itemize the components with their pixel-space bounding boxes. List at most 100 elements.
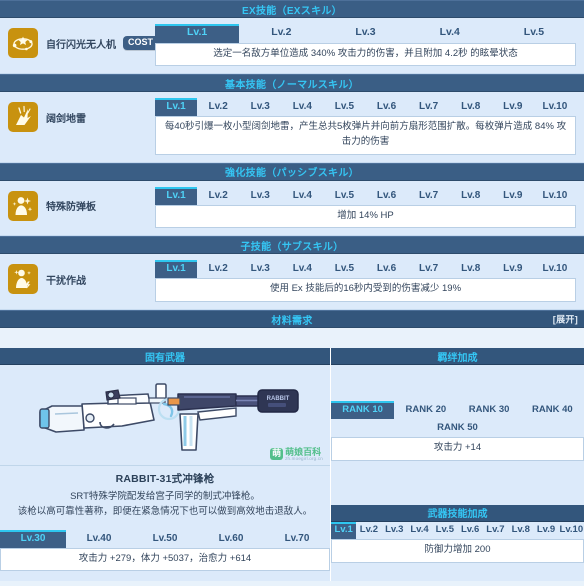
disrupt-icon — [8, 264, 38, 295]
skill-row-sub: 干扰作战 Lv.1 Lv.2 Lv.3 Lv.4 Lv.5 Lv.6 Lv.7 … — [0, 254, 584, 311]
section-header-ex: EX技能（EXスキル） — [0, 0, 584, 18]
weapon-skill-tab-2[interactable]: Lv.2 — [356, 522, 381, 539]
bond-panel: 羁绊加成 RANK 10 RANK 20 RANK 30 RANK 40 RAN… — [331, 348, 584, 582]
level-tab-ex-2[interactable]: Lv.2 — [239, 24, 323, 43]
section-header-normal: 基本技能（ノーマルスキル） — [0, 74, 584, 93]
weapon-name: RABBIT-31式冲锋枪 — [115, 473, 215, 486]
section-header-sub: 子技能（サブスキル） — [0, 236, 584, 255]
level-tab-passive-7[interactable]: Lv.7 — [408, 187, 450, 205]
section-title-material: 材料需求 — [271, 315, 313, 327]
skill-detail-sub: Lv.1 Lv.2 Lv.3 Lv.4 Lv.5 Lv.6 Lv.7 Lv.8 … — [155, 260, 576, 303]
level-tab-normal-10[interactable]: Lv.10 — [534, 98, 576, 116]
level-tab-passive-9[interactable]: Lv.9 — [492, 187, 534, 205]
level-tab-sub-4[interactable]: Lv.4 — [281, 260, 323, 278]
section-title-normal: 基本技能（ノーマルスキル） — [225, 79, 359, 91]
level-tab-sub-3[interactable]: Lv.3 — [239, 260, 281, 278]
level-tab-sub-8[interactable]: Lv.8 — [450, 260, 492, 278]
level-tab-sub-10[interactable]: Lv.10 — [534, 260, 576, 278]
weapon-skill-tab-7[interactable]: Lv.7 — [483, 522, 508, 539]
weapon-level-tab-50[interactable]: Lv.50 — [132, 530, 198, 548]
skill-detail-normal: Lv.1 Lv.2 Lv.3 Lv.4 Lv.5 Lv.6 Lv.7 Lv.8 … — [155, 98, 576, 155]
level-tab-ex-4[interactable]: Lv.4 — [408, 24, 492, 43]
material-expand-link[interactable]: [展开] — [553, 313, 578, 326]
skill-name-normal: 阔剑地雷 — [46, 113, 86, 125]
level-tab-passive-10[interactable]: Lv.10 — [534, 187, 576, 205]
skill-name-sub: 干扰作战 — [46, 275, 86, 287]
level-tab-sub-5[interactable]: Lv.5 — [323, 260, 365, 278]
weapon-skill-tab-4[interactable]: Lv.4 — [407, 522, 432, 539]
weapon-skill-tab-10[interactable]: Lv.10 — [559, 522, 584, 539]
weapon-skill-tab-5[interactable]: Lv.5 — [432, 522, 457, 539]
bond-rank-tab-10[interactable]: RANK 10 — [331, 401, 395, 420]
weapon-description-line2: 该枪以高可靠性著称，即便在紧急情况下也可以做到高效地击退敌人。 — [17, 506, 313, 518]
level-tab-normal-6[interactable]: Lv.6 — [365, 98, 407, 116]
weapon-panel-body: RABBIT 萌 萌娘百科 zh.moegirl.org.cn RABBIT-3… — [0, 365, 330, 582]
bond-panel-header: 羁绊加成 — [331, 348, 584, 366]
level-tabs-ex: Lv.1 Lv.2 Lv.3 Lv.4 Lv.5 — [155, 24, 576, 43]
bond-header-title: 羁绊加成 — [437, 352, 478, 364]
section-header-passive: 強化技能（パッシブスキル） — [0, 162, 584, 181]
bond-rank-tab-40[interactable]: RANK 40 — [521, 401, 584, 419]
level-tab-passive-6[interactable]: Lv.6 — [365, 187, 407, 205]
weapon-skill-tab-6[interactable]: Lv.6 — [457, 522, 482, 539]
skill-detail-passive: Lv.1 Lv.2 Lv.3 Lv.4 Lv.5 Lv.6 Lv.7 Lv.8 … — [155, 186, 576, 229]
weapon-level-tab-40[interactable]: Lv.40 — [66, 530, 132, 548]
skill-description-sub: 使用 Ex 技能后的16秒内受到的伤害减少 19% — [155, 278, 576, 303]
level-tab-normal-9[interactable]: Lv.9 — [492, 98, 534, 116]
weapon-level-tabs-wrap: Lv.30 Lv.40 Lv.50 Lv.60 Lv.70 攻击力 +279，体… — [0, 529, 330, 572]
weapon-level-tab-60[interactable]: Lv.60 — [198, 530, 264, 548]
level-tab-normal-3[interactable]: Lv.3 — [239, 98, 281, 116]
level-tab-ex-3[interactable]: Lv.3 — [323, 24, 407, 43]
weapon-skill-level-tabs: Lv.1 Lv.2 Lv.3 Lv.4 Lv.5 Lv.6 Lv.7 Lv.8 … — [331, 521, 584, 540]
weapon-level-tab-30[interactable]: Lv.30 — [0, 529, 66, 548]
weapon-skill-effect: 防御力增加 200 — [331, 539, 584, 564]
bond-gap — [331, 461, 584, 505]
level-tabs-passive: Lv.1 Lv.2 Lv.3 Lv.4 Lv.5 Lv.6 Lv.7 Lv.8 … — [155, 186, 576, 205]
armor-plate-icon — [8, 190, 38, 221]
drone-orbit-icon — [8, 28, 38, 58]
bond-spacer — [331, 365, 584, 401]
svg-text:RABBIT: RABBIT — [267, 396, 290, 402]
weapon-level-tab-70[interactable]: Lv.70 — [264, 530, 330, 548]
level-tab-normal-1[interactable]: Lv.1 — [155, 98, 198, 117]
bond-rank-tab-20[interactable]: RANK 20 — [394, 401, 457, 419]
level-tab-ex-1[interactable]: Lv.1 — [155, 24, 240, 43]
level-tab-sub-1[interactable]: Lv.1 — [155, 260, 198, 279]
weapon-skill-tab-3[interactable]: Lv.3 — [382, 522, 407, 539]
skill-name-passive: 特殊防弹板 — [46, 202, 96, 214]
level-tab-passive-3[interactable]: Lv.3 — [239, 187, 281, 205]
level-tab-passive-8[interactable]: Lv.8 — [450, 187, 492, 205]
weapon-skill-tab-9[interactable]: Lv.9 — [533, 522, 558, 539]
level-tab-passive-2[interactable]: Lv.2 — [197, 187, 239, 205]
skill-row-normal: 阔剑地雷 Lv.1 Lv.2 Lv.3 Lv.4 Lv.5 Lv.6 Lv.7 … — [0, 92, 584, 163]
level-tab-normal-2[interactable]: Lv.2 — [197, 98, 239, 116]
level-tab-normal-5[interactable]: Lv.5 — [323, 98, 365, 116]
skill-identity-sub: 干扰作战 — [8, 260, 155, 295]
skill-identity-passive: 特殊防弹板 — [8, 187, 155, 221]
level-tab-sub-6[interactable]: Lv.6 — [365, 260, 407, 278]
weapon-skill-tab-8[interactable]: Lv.8 — [508, 522, 533, 539]
level-tab-passive-4[interactable]: Lv.4 — [281, 187, 323, 205]
weapon-skill-header-title: 武器技能加成 — [427, 509, 488, 521]
watermark-badge: 萌 — [270, 448, 284, 461]
bond-rank-tab-50[interactable]: RANK 50 — [427, 419, 488, 437]
weapon-skill-tab-1[interactable]: Lv.1 — [331, 521, 357, 540]
weapon-header-title: 固有武器 — [145, 352, 185, 364]
level-tab-passive-5[interactable]: Lv.5 — [323, 187, 365, 205]
character-skill-page: EX技能（EXスキル） 自行闪光无人机 COST 3 Lv.1 Lv.2 Lv.… — [0, 0, 584, 586]
level-tab-sub-9[interactable]: Lv.9 — [492, 260, 534, 278]
level-tab-ex-5[interactable]: Lv.5 — [492, 24, 576, 43]
bond-rank-tabs: RANK 10 RANK 20 RANK 30 RANK 40 — [331, 401, 584, 420]
level-tab-normal-7[interactable]: Lv.7 — [408, 98, 450, 116]
level-tab-passive-1[interactable]: Lv.1 — [155, 186, 198, 205]
level-tab-sub-7[interactable]: Lv.7 — [408, 260, 450, 278]
skill-description-normal: 每40秒引爆一枚小型阔剑地雷，产生总共5枚弹片并向前方扇形范围扩散。每枚弹片造成… — [155, 116, 576, 155]
weapon-description-line1: SRT特殊学院配发给宫子同学的制式冲锋枪。 — [70, 491, 260, 503]
level-tabs-sub: Lv.1 Lv.2 Lv.3 Lv.4 Lv.5 Lv.6 Lv.7 Lv.8 … — [155, 260, 576, 279]
watermark-text: 萌娘百科 zh.moegirl.org.cn — [285, 447, 323, 462]
level-tab-normal-8[interactable]: Lv.8 — [450, 98, 492, 116]
section-title-sub: 子技能（サブスキル） — [240, 241, 344, 253]
bond-rank-tab-30[interactable]: RANK 30 — [458, 401, 521, 419]
level-tab-sub-2[interactable]: Lv.2 — [197, 260, 239, 278]
level-tab-normal-4[interactable]: Lv.4 — [281, 98, 323, 116]
